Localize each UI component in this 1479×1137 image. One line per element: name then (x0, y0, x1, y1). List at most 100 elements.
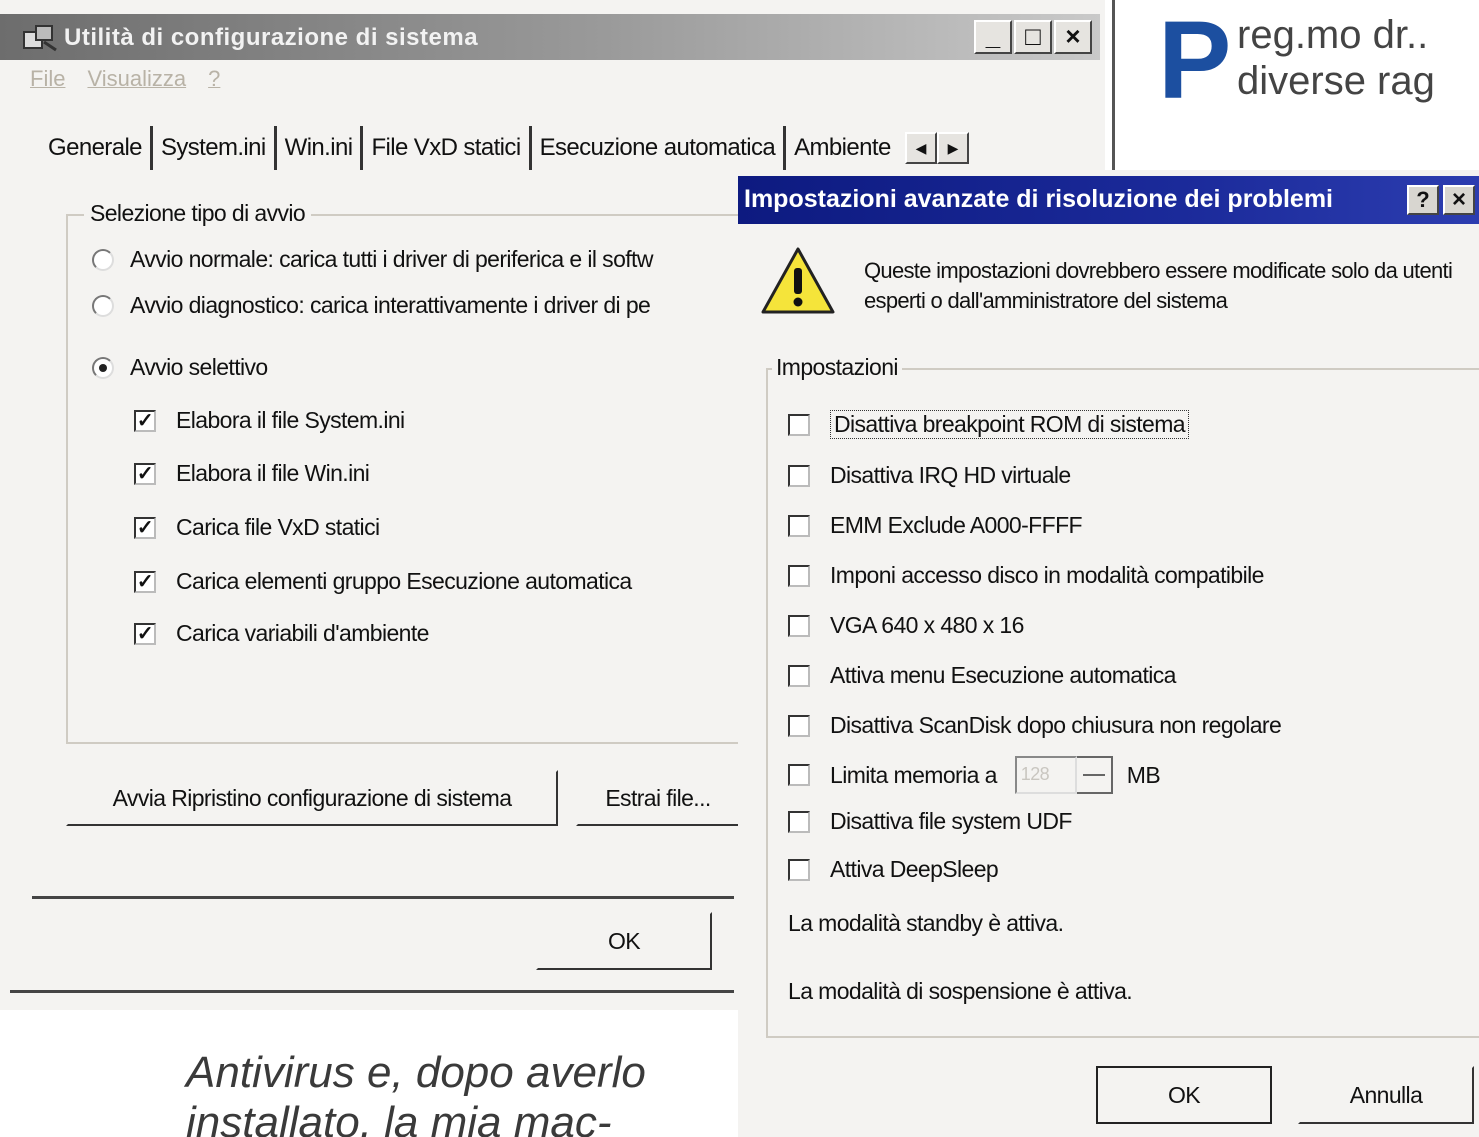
check-system-ini-label: Elabora il file System.ini (176, 407, 405, 433)
checkbox-indicator[interactable] (788, 858, 810, 881)
opt-vga-640[interactable]: VGA 640 x 480 x 16 (788, 612, 1024, 639)
opt-enable-startup-menu[interactable]: Attiva menu Esecuzione automatica (788, 662, 1176, 689)
opt-emm-exclude-label: EMM Exclude A000-FFFF (830, 512, 1083, 538)
opt-vga-640-label: VGA 640 x 480 x 16 (830, 612, 1024, 638)
tab-scroll-left-icon[interactable]: ◀ (904, 132, 937, 164)
suspend-status: La modalità di sospensione è attiva. (788, 978, 1133, 1004)
dialog-cancel-button[interactable]: Annulla (1298, 1066, 1474, 1124)
checkbox-indicator[interactable] (788, 464, 810, 487)
check-system-ini[interactable]: ✓ Elabora il file System.ini (134, 407, 405, 434)
menu-help[interactable]: ? (208, 66, 220, 92)
check-startup-group-label: Carica elementi gruppo Esecuzione automa… (176, 568, 632, 594)
magazine-bottom-line1: Antivirus e, dopo averlo (186, 1048, 646, 1097)
opt-disable-rom-breakpoint[interactable]: Disattiva breakpoint ROM di sistema (788, 410, 1189, 439)
advanced-dialog-title: Impostazioni avanzate di risoluzione dei… (744, 185, 1333, 213)
restore-config-button[interactable]: Avvia Ripristino configurazione di siste… (66, 770, 558, 826)
standby-status: La modalità standby è attiva. (788, 910, 1064, 936)
tab-system-ini[interactable]: System.ini (153, 126, 277, 170)
magazine-bottom-text: Antivirus e, dopo averlo installato, la … (186, 1048, 646, 1137)
main-title-bar[interactable]: Utilità di configurazione di sistema _ □… (0, 14, 1100, 60)
opt-enable-deepsleep[interactable]: Attiva DeepSleep (788, 856, 999, 883)
check-vxd-files[interactable]: ✓ Carica file VxD statici (134, 514, 380, 541)
main-ok-button[interactable]: OK (536, 912, 712, 970)
tab-scroll-right-icon[interactable]: ▶ (936, 132, 969, 164)
tab-win-ini[interactable]: Win.ini (277, 126, 364, 170)
magazine-top-text: reg.mo dr.. diverse rag (1237, 12, 1435, 104)
checkmark-icon[interactable]: ✓ (134, 516, 156, 539)
dialog-ok-button[interactable]: OK (1096, 1066, 1272, 1124)
tab-ambiente[interactable]: Ambiente (786, 126, 899, 170)
checkbox-indicator[interactable] (788, 514, 810, 537)
main-window-title: Utilità di configurazione di sistema (64, 24, 479, 51)
check-win-ini-label: Elabora il file Win.ini (176, 460, 370, 486)
separator-line (32, 896, 734, 899)
radio-selective-label: Avvio selettivo (130, 354, 268, 380)
checkbox-indicator[interactable] (788, 564, 810, 587)
menu-bar: File Visualizza ? (30, 66, 220, 92)
checkbox-indicator[interactable] (788, 764, 810, 786)
radio-normal-label: Avvio normale: carica tutti i driver di … (130, 246, 653, 272)
radio-diagnostic-indicator[interactable] (92, 294, 114, 317)
advanced-title-bar[interactable]: Impostazioni avanzate di risoluzione dei… (738, 176, 1479, 224)
menu-visualizza[interactable]: Visualizza (87, 66, 186, 92)
radio-normal-indicator[interactable] (92, 248, 114, 271)
tab-vxd-files[interactable]: File VxD statici (363, 126, 532, 170)
tab-esecuzione-automatica[interactable]: Esecuzione automatica (532, 126, 787, 170)
magazine-top-line2: diverse rag (1237, 59, 1435, 103)
checkmark-icon[interactable]: ✓ (134, 570, 156, 593)
settings-legend: Impostazioni (772, 354, 902, 381)
checkbox-indicator[interactable] (788, 413, 810, 436)
memory-unit-label: MB (1126, 761, 1161, 788)
radio-normal-startup[interactable]: Avvio normale: carica tutti i driver di … (92, 246, 653, 273)
check-environment-vars[interactable]: ✓ Carica variabili d'ambiente (134, 620, 429, 647)
window-right-edge (1112, 0, 1115, 175)
dialog-close-button[interactable]: × (1443, 185, 1475, 215)
check-environment-vars-label: Carica variabili d'ambiente (176, 620, 429, 646)
radio-selective-startup[interactable]: Avvio selettivo (92, 354, 268, 381)
radio-selective-indicator[interactable] (92, 356, 114, 379)
close-button[interactable]: × (1054, 20, 1092, 54)
radio-diagnostic-label: Avvio diagnostico: carica interattivamen… (130, 292, 651, 318)
opt-limit-memory-label: Limita memoria a (830, 761, 997, 788)
warning-icon (761, 247, 835, 314)
tab-strip: Generale System.ini Win.ini File VxD sta… (48, 126, 969, 170)
checkbox-indicator[interactable] (788, 714, 810, 737)
tab-generale[interactable]: Generale (48, 126, 153, 170)
system-config-app-icon (23, 25, 57, 52)
checkmark-icon[interactable]: ✓ (134, 462, 156, 485)
opt-disable-virtual-hd-irq-label: Disattiva IRQ HD virtuale (830, 462, 1071, 488)
opt-disable-rom-breakpoint-label: Disattiva breakpoint ROM di sistema (830, 410, 1189, 439)
checkbox-indicator[interactable] (788, 614, 810, 637)
advanced-settings-dialog: Impostazioni avanzate di risoluzione dei… (738, 170, 1479, 1137)
extract-file-button[interactable]: Estrai file... (576, 770, 738, 826)
minimize-button[interactable]: _ (974, 20, 1012, 54)
opt-enable-startup-menu-label: Attiva menu Esecuzione automatica (830, 662, 1176, 688)
menu-file[interactable]: File (30, 66, 65, 92)
opt-compat-disk-access[interactable]: Imponi accesso disco in modalità compati… (788, 562, 1264, 589)
opt-disable-scandisk[interactable]: Disattiva ScanDisk dopo chiusura non reg… (788, 712, 1282, 739)
checkbox-indicator[interactable] (788, 664, 810, 687)
magazine-bottom-line2: installato, la mia mac- (186, 1098, 612, 1137)
radio-diagnostic-startup[interactable]: Avvio diagnostico: carica interattivamen… (92, 292, 651, 319)
opt-limit-memory[interactable]: Limita memoria a 128 MB (788, 756, 1161, 794)
magazine-top-line1: reg.mo dr.. (1237, 13, 1429, 57)
opt-disable-scandisk-label: Disattiva ScanDisk dopo chiusura non reg… (830, 712, 1282, 738)
checkmark-icon[interactable]: ✓ (134, 409, 156, 432)
spinner-arrows-icon[interactable] (1076, 756, 1113, 794)
help-button[interactable]: ? (1407, 185, 1439, 215)
drop-cap-letter: P (1158, 0, 1232, 122)
check-startup-group[interactable]: ✓ Carica elementi gruppo Esecuzione auto… (134, 568, 632, 595)
checkbox-indicator[interactable] (788, 810, 810, 833)
opt-disable-udf[interactable]: Disattiva file system UDF (788, 808, 1072, 835)
opt-compat-disk-access-label: Imponi accesso disco in modalità compati… (830, 562, 1264, 588)
opt-emm-exclude[interactable]: EMM Exclude A000-FFFF (788, 512, 1083, 539)
opt-disable-virtual-hd-irq[interactable]: Disattiva IRQ HD virtuale (788, 462, 1071, 489)
check-win-ini[interactable]: ✓ Elabora il file Win.ini (134, 460, 370, 487)
opt-disable-udf-label: Disattiva file system UDF (830, 808, 1072, 834)
maximize-button[interactable]: □ (1014, 20, 1052, 54)
memory-spinner[interactable]: 128 (1014, 756, 1113, 794)
checkmark-icon[interactable]: ✓ (134, 622, 156, 645)
warning-message: Queste impostazioni dovrebbero essere mo… (864, 258, 1453, 313)
memory-value-field[interactable]: 128 (1014, 756, 1077, 794)
startup-type-legend: Selezione tipo di avvio (84, 200, 312, 227)
